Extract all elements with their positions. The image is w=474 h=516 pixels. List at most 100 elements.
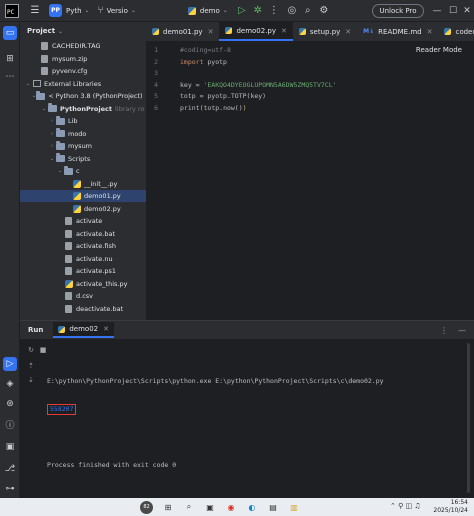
chevron-down-icon[interactable]: ⌄ <box>48 156 56 162</box>
chevron-right-icon[interactable]: › <box>48 131 56 137</box>
chevron-down-icon[interactable]: ⌄ <box>24 81 32 87</box>
pycharm-taskbar-icon[interactable]: ▣ <box>204 501 216 513</box>
search-icon[interactable]: ⌕ <box>300 3 316 19</box>
title-bar: PC ☰ PP Pyth ⌄ ⑂ Versio ⌄ demo ⌄ ▷ ✲ ⋮ ◎… <box>0 0 474 22</box>
line-number: 2 <box>154 57 158 66</box>
tree-item[interactable]: activate.ps1 <box>20 265 146 277</box>
editor-tab[interactable]: codecs <box>438 22 474 41</box>
more-actions-icon[interactable]: ⋮ <box>266 3 282 19</box>
terminal-taskbar-icon[interactable]: ▤ <box>267 501 279 513</box>
tree-item[interactable]: pyvenv.cfg <box>20 65 146 77</box>
close-icon[interactable]: ✕ <box>427 28 433 36</box>
code-editor[interactable]: 1 2 3 4 5 6 #coding=utf-8 import pyotp key = 'E… <box>146 42 474 320</box>
minimize-panel-icon[interactable]: — <box>458 326 466 335</box>
tree-item[interactable]: ⌄< Python 3.8 (PythonProject)E: <box>20 90 146 102</box>
chrome-icon[interactable]: ◉ <box>225 501 237 513</box>
explorer-icon[interactable]: ▥ <box>288 501 300 513</box>
tree-item[interactable]: __init__.py <box>20 178 146 190</box>
editor-tab[interactable]: demo01.py ✕ <box>146 22 219 41</box>
editor-tab[interactable]: setup.py ✕ <box>293 22 357 41</box>
minimize-icon[interactable]: — <box>430 3 444 19</box>
structure-icon[interactable]: ⊞ <box>3 52 17 66</box>
code-token: key = <box>180 80 204 89</box>
taskbar-clock[interactable]: 16:54 2025/10/24 <box>433 499 468 515</box>
tree-item[interactable]: activate.bat <box>20 228 146 240</box>
start-icon[interactable]: ⊞ <box>162 501 174 513</box>
chevron-down-icon[interactable]: ⌄ <box>131 7 136 14</box>
settings-gear-icon[interactable]: ⚙ <box>316 3 332 19</box>
chevron-down-icon[interactable]: ⌄ <box>85 7 90 14</box>
windows-taskbar: 82 ⊞ ⌕ ▣ ◉ ◐ ▤ ▥ ⌃ ⚲ ◫ ♫ 16:54 2025/10/2… <box>0 498 474 516</box>
project-badge[interactable]: PP <box>49 4 62 17</box>
editor-tab[interactable]: M↓ README.md ✕ <box>357 22 438 41</box>
unlock-pro-button[interactable]: Unlock Pro <box>372 4 424 18</box>
close-icon[interactable]: ✕ <box>103 325 109 333</box>
maximize-icon[interactable]: ☐ <box>446 3 460 19</box>
code-line[interactable]: key = 'EAKQO4DYEOGLUPOMN5A6DW5ZMQ5TV7CL' <box>180 81 337 89</box>
vcs-widget[interactable]: Versio <box>107 7 128 15</box>
tree-item[interactable]: activate.nu <box>20 253 146 265</box>
run-tab-demo02[interactable]: demo02 ✕ <box>53 322 114 338</box>
tree-item[interactable]: demo01.py <box>20 190 146 202</box>
chevron-down-icon[interactable]: ⌄ <box>223 7 228 14</box>
tree-item[interactable]: activate_this.py <box>20 278 146 290</box>
scroll-down-icon[interactable]: ⇣ <box>26 375 36 385</box>
code-line[interactable]: #coding=utf-8 <box>180 46 231 54</box>
tree-item[interactable]: activate.fish <box>20 240 146 252</box>
tree-item[interactable]: › mysum <box>20 140 146 152</box>
edge-icon[interactable]: ◐ <box>246 501 258 513</box>
ai-assistant-icon[interactable]: ◎ <box>284 3 300 19</box>
tree-item[interactable]: CACHEDIR.TAG <box>20 40 146 52</box>
project-panel-header[interactable]: Project ⌄ <box>20 22 146 40</box>
code-line[interactable]: totp = pyotp.TOTP(key) <box>180 92 266 100</box>
chevron-down-icon[interactable]: ⌄ <box>58 28 63 35</box>
stop-icon[interactable]: ■ <box>38 345 48 355</box>
tree-item[interactable]: ⌄ c <box>20 165 146 177</box>
weather-widget[interactable]: 82 <box>140 500 153 514</box>
python-packages-icon[interactable]: ◈ <box>3 377 17 391</box>
close-icon[interactable]: ✕ <box>281 27 287 35</box>
close-icon[interactable]: ✕ <box>460 3 474 19</box>
terminal-icon[interactable]: ▣ <box>3 440 17 454</box>
problems-icon[interactable]: ⓘ <box>3 417 17 431</box>
tree-item[interactable]: ⌄ Scripts <box>20 153 146 165</box>
tree-item[interactable]: ⌄ PythonProject library ro <box>20 103 146 115</box>
chevron-right-icon[interactable]: › <box>48 143 56 149</box>
chevron-down-icon[interactable]: ⌄ <box>40 106 48 112</box>
console-scrollbar[interactable] <box>467 343 470 493</box>
run-tool-icon[interactable]: ▷ <box>3 357 17 371</box>
tree-item[interactable]: demo02.py <box>20 203 146 215</box>
python-console-icon[interactable]: ⊛ <box>3 397 17 411</box>
rerun-icon[interactable]: ↻ <box>26 345 36 355</box>
scroll-up-icon[interactable]: ⇡ <box>26 361 36 371</box>
services-icon[interactable]: ⎇ <box>3 462 17 476</box>
tree-item[interactable]: › Lib <box>20 115 146 127</box>
run-console[interactable]: E:\python\PythonProject\Scripts\python.e… <box>47 359 384 487</box>
more-options-icon[interactable]: ⋮ <box>440 326 448 335</box>
chevron-down-icon[interactable]: ⌄ <box>56 168 64 174</box>
run-config-selector[interactable]: demo <box>200 7 220 15</box>
project-folder-icon[interactable]: ▭ <box>3 26 17 40</box>
editor-tab[interactable]: demo02.py ✕ <box>219 22 293 41</box>
system-tray[interactable]: ⌃ ⚲ ◫ ♫ <box>390 502 421 510</box>
main-menu-icon[interactable]: ☰ <box>27 3 43 19</box>
taskbar-search-icon[interactable]: ⌕ <box>183 501 195 513</box>
tree-item[interactable]: ⌄ External Libraries <box>20 78 146 90</box>
git-icon[interactable]: ⊶ <box>3 482 17 496</box>
debug-icon[interactable]: ✲ <box>250 3 266 19</box>
tree-item[interactable]: activate <box>20 215 146 227</box>
editor-tabs: demo01.py ✕ demo02.py ✕ setup.py ✕ M↓ README.md… <box>146 22 474 42</box>
run-icon[interactable]: ▷ <box>234 3 250 19</box>
tree-item[interactable]: deactivate.bat <box>20 303 146 315</box>
tree-item[interactable]: d.csv <box>20 290 146 302</box>
tree-item[interactable]: mysum.zip <box>20 53 146 65</box>
code-line[interactable]: print(totp.now()) <box>180 104 247 112</box>
close-icon[interactable]: ✕ <box>208 28 214 36</box>
close-icon[interactable]: ✕ <box>345 28 351 36</box>
reader-mode-toggle[interactable]: Reader Mode <box>416 46 462 54</box>
chevron-right-icon[interactable]: › <box>48 118 56 124</box>
code-line[interactable]: import pyotp <box>180 58 227 66</box>
more-tools-icon[interactable]: ⋯ <box>3 70 17 84</box>
tree-item[interactable]: › modo <box>20 128 146 140</box>
project-name[interactable]: Pyth <box>66 7 82 15</box>
